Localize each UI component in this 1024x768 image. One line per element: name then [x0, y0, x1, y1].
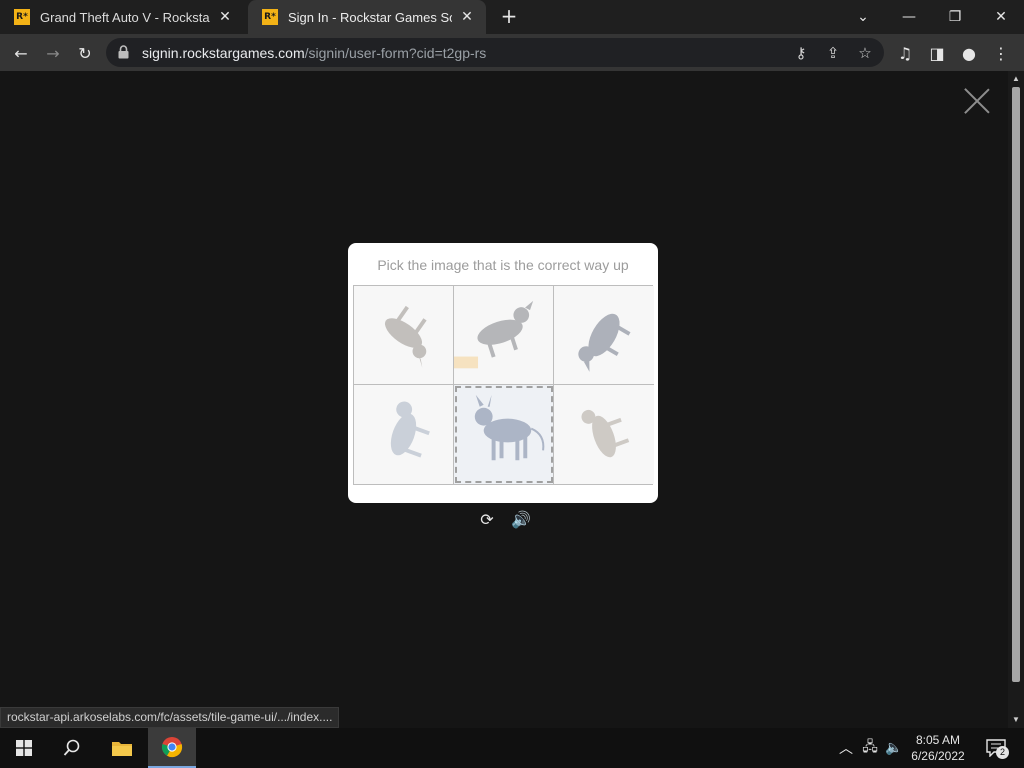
- notifications-icon[interactable]: 2: [982, 738, 1010, 759]
- restore-button[interactable]: ❐: [932, 0, 978, 34]
- rockstar-favicon: R*: [262, 9, 278, 25]
- upside-down-animal-tile-4: [390, 401, 430, 458]
- clock-time: 8:05 AM: [915, 733, 961, 747]
- captcha-tile-grid: [353, 285, 654, 485]
- menu-kebab-icon[interactable]: ⋮: [988, 40, 1014, 66]
- new-tab-button[interactable]: +: [498, 6, 520, 28]
- browser-toolbar: ← → ↻ signin.rockstargames.com/signin/us…: [0, 34, 1024, 71]
- captcha-tile-3[interactable]: [554, 286, 654, 385]
- vertical-scrollbar[interactable]: ▲ ▼: [1008, 71, 1024, 728]
- tab-gta-v[interactable]: R* Grand Theft Auto V - Rockstar Ga ✕: [0, 0, 244, 34]
- link-status-bar: rockstar-api.arkoselabs.com/fc/assets/ti…: [0, 707, 340, 728]
- network-icon[interactable]: 🖧: [860, 738, 880, 758]
- system-clock[interactable]: 8:05 AM 6/26/2022: [900, 732, 976, 764]
- clock-date: 6/26/2022: [911, 749, 965, 763]
- close-icon[interactable]: [964, 88, 990, 114]
- chrome-icon[interactable]: [148, 728, 196, 768]
- upside-down-animal-tile-3: [578, 313, 631, 372]
- tab-sign-in[interactable]: R* Sign In - Rockstar Games Social C ✕: [248, 0, 486, 34]
- upside-down-animal-tile-1: [384, 305, 427, 368]
- file-explorer-icon[interactable]: [98, 728, 146, 768]
- notification-count-badge: 2: [996, 746, 1009, 759]
- minimize-button[interactable]: —: [886, 0, 932, 34]
- key-icon[interactable]: ⚷: [788, 40, 814, 66]
- captcha-card: Pick the image that is the correct way u…: [348, 243, 658, 503]
- captcha-tile-5[interactable]: [454, 385, 554, 484]
- captcha-tile-2[interactable]: [454, 286, 554, 385]
- captcha-tile-1[interactable]: [354, 286, 454, 385]
- windows-taskbar: ︿ 🖧 🔈 8:05 AM 6/26/2022 2: [0, 728, 1024, 768]
- scroll-up-arrow-icon[interactable]: ▲: [1012, 74, 1020, 84]
- back-icon[interactable]: ←: [8, 40, 34, 66]
- tab-strip: R* Grand Theft Auto V - Rockstar Ga ✕ R*…: [0, 0, 1024, 34]
- upright-animal-tile-5: [474, 394, 545, 461]
- search-icon[interactable]: [48, 728, 96, 768]
- lock-icon: [118, 45, 129, 59]
- page-content: Pick the image that is the correct way u…: [0, 71, 1008, 728]
- tab-search-chevron-icon[interactable]: ⌄: [840, 0, 886, 34]
- captcha-controls: ⟳ 🔊: [476, 508, 536, 530]
- close-tab-icon[interactable]: ✕: [458, 8, 476, 26]
- upside-down-animal-tile-6: [581, 409, 630, 458]
- tab-title: Sign In - Rockstar Games Social C: [288, 9, 452, 25]
- show-hidden-icons-chevron-icon[interactable]: ︿: [836, 738, 856, 758]
- media-control-icon[interactable]: ♫: [892, 40, 918, 66]
- close-tab-icon[interactable]: ✕: [216, 8, 234, 26]
- captcha-tile-6[interactable]: [554, 385, 654, 484]
- scroll-thumb[interactable]: [1012, 87, 1020, 682]
- scroll-down-arrow-icon[interactable]: ▼: [1012, 715, 1020, 725]
- tab-title: Grand Theft Auto V - Rockstar Ga: [40, 9, 210, 25]
- speaker-icon[interactable]: 🔊: [510, 508, 532, 530]
- upside-down-animal-tile-2: [454, 300, 534, 369]
- url-text: signin.rockstargames.com/signin/user-for…: [142, 45, 487, 61]
- profile-icon[interactable]: ●: [956, 40, 982, 66]
- rockstar-favicon: R*: [14, 9, 30, 25]
- side-panel-icon[interactable]: ◨: [924, 40, 950, 66]
- share-icon[interactable]: ⇪: [820, 40, 846, 66]
- captcha-prompt: Pick the image that is the correct way u…: [377, 257, 629, 273]
- reload-icon[interactable]: ↻: [72, 40, 98, 66]
- forward-icon[interactable]: →: [40, 40, 66, 66]
- start-windows-icon[interactable]: [0, 728, 48, 768]
- captcha-tile-4[interactable]: [354, 385, 454, 484]
- refresh-icon[interactable]: ⟳: [476, 508, 498, 530]
- bookmark-star-icon[interactable]: ☆: [852, 40, 878, 66]
- address-bar[interactable]: signin.rockstargames.com/signin/user-for…: [106, 38, 884, 67]
- close-window-button[interactable]: ✕: [978, 0, 1024, 34]
